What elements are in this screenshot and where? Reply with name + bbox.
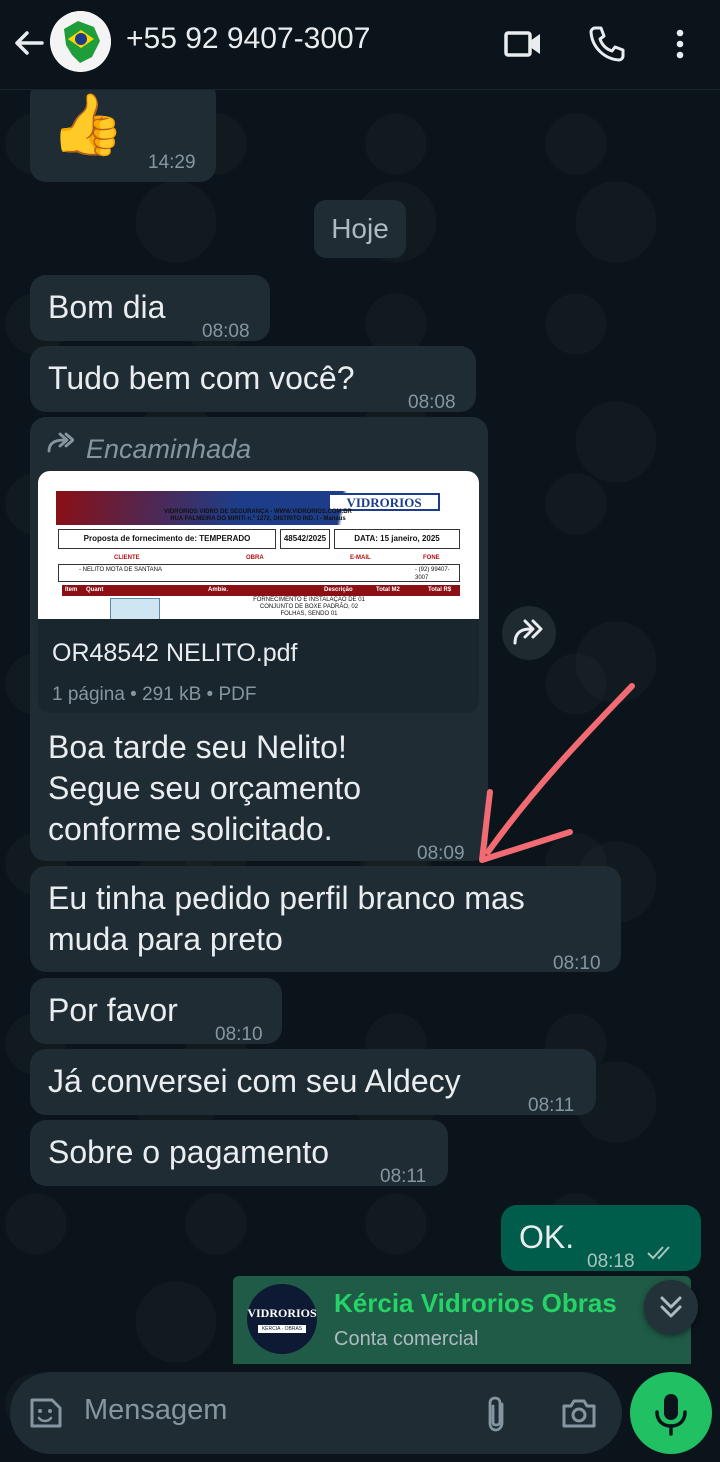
date-chip: Hoje (314, 200, 406, 258)
message-bubble[interactable]: Sobre o pagamento 08:11 (30, 1120, 448, 1187)
company-line-1: VIDRORIOS VIDRO DE SEGURANÇA - WWW.VIDRO… (164, 509, 352, 515)
scroll-down-button[interactable] (644, 1280, 698, 1334)
document-meta: 1 página • 291 kB • PDF (52, 684, 257, 705)
message-bubble[interactable]: Tudo bem com você? 08:08 (30, 346, 476, 413)
business-logo: VIDRORIOS KÉRCIA · OBRAS (247, 1284, 317, 1354)
message-text-line: Eu tinha pedido perfil branco mas (48, 880, 525, 916)
col-email: E-MAIL (350, 555, 371, 561)
voice-message-button[interactable] (630, 1372, 712, 1454)
back-arrow-icon[interactable] (12, 26, 46, 60)
th-item: Item (65, 587, 78, 593)
message-text-line: Boa tarde seu Nelito! (48, 729, 347, 765)
message-time: 08:11 (380, 1166, 427, 1187)
message-text: OK. (519, 1219, 575, 1255)
message-bubble[interactable]: Já conversei com seu Aldecy 08:11 (30, 1049, 596, 1116)
message-input-bar[interactable]: Mensagem (10, 1372, 622, 1454)
th-quant: Quant (86, 587, 104, 593)
th-desc: Descrição (324, 587, 353, 593)
business-account-banner[interactable]: VIDRORIOS KÉRCIA · OBRAS Kércia Vidrorio… (233, 1276, 691, 1364)
microphone-icon (655, 1394, 687, 1436)
th-ambie: Ambie. (208, 587, 229, 593)
message-bubble-document[interactable]: Encaminhada VIDRORIOS VIDRORIOS VIDRO DE… (30, 417, 488, 864)
client-row: - NELITO MOTA DE SANTANA - (92) 99407-30… (58, 564, 460, 582)
message-input[interactable]: Mensagem (84, 1394, 227, 1427)
contact-title[interactable]: +55 92 9407-3007 (126, 22, 370, 56)
document-info[interactable]: OR48542 NELITO.pdf 1 página • 291 kB • P… (38, 619, 479, 713)
emoji-sticker-icon[interactable] (26, 1394, 64, 1432)
more-vert-icon[interactable] (668, 24, 692, 64)
message-text: Sobre o pagamento (48, 1134, 330, 1170)
col-obra: OBRA (246, 555, 264, 561)
contact-avatar[interactable] (50, 11, 111, 72)
th-total-rs: Total R$ (428, 587, 452, 593)
message-bubble[interactable]: Bom dia 08:08 (30, 275, 270, 342)
col-cliente: CLIENTE (114, 555, 140, 561)
document-filename: OR48542 NELITO.pdf (52, 639, 298, 667)
client-name: - NELITO MOTA DE SANTANA (79, 567, 163, 573)
business-logo-sub: KÉRCIA · OBRAS (257, 1324, 307, 1333)
message-bubble-outgoing[interactable]: OK. 08:18 (501, 1205, 701, 1272)
document-preview[interactable]: VIDRORIOS VIDRORIOS VIDRO DE SEGURANÇA -… (38, 471, 479, 619)
item-description: FORNECIMENTO E INSTALAÇÃO DE 01 CONJUNTO… (253, 597, 365, 617)
chat-area[interactable]: 👍 14:29 Hoje Bom dia 08:08 Tudo bem com … (0, 80, 720, 1462)
client-phone: - (92) 99407-3007 (415, 567, 450, 581)
video-call-icon[interactable] (503, 24, 543, 64)
message-text: Tudo bem com você? (48, 360, 355, 396)
items-header: Item Quant Ambie. Descrição Total M2 Tot… (62, 585, 460, 596)
message-time: 14:29 (148, 152, 196, 173)
read-receipt-icon (647, 1245, 677, 1261)
proposal-date: DATA: 15 janeiro, 2025 (334, 529, 460, 549)
business-logo-text: VIDRORIOS (247, 1305, 317, 1320)
message-text-line: conforme solicitado. (48, 811, 333, 847)
col-fone: FONE (423, 555, 440, 561)
message-text-line: Segue seu orçamento (48, 770, 362, 806)
th-total-m2: Total M2 (376, 587, 400, 593)
client-header-row: CLIENTE OBRA E-MAIL FONE (58, 552, 460, 564)
message-text: Já conversei com seu Aldecy (48, 1063, 461, 1099)
proposal-type: Proposta de fornecimento de: TEMPERADO (58, 529, 276, 549)
company-line-2: RUA PALMEIRA DO MIRITI n.º 1272, DISTRIT… (170, 516, 346, 522)
message-time: 08:11 (528, 1095, 575, 1116)
business-name: Kércia Vidrorios Obras (334, 1288, 617, 1318)
thumbs-up-emoji: 👍 (50, 91, 125, 158)
forwarded-icon (46, 431, 74, 455)
message-bubble[interactable]: Eu tinha pedido perfil branco mas muda p… (30, 866, 621, 974)
annotation-arrow (479, 683, 635, 863)
phone-icon[interactable] (587, 24, 627, 64)
attach-icon[interactable] (482, 1394, 512, 1434)
forwarded-label: Encaminhada (86, 434, 252, 464)
message-bubble[interactable]: 👍 14:29 (30, 80, 216, 182)
glass-drawing (110, 598, 160, 619)
forward-button[interactable] (502, 606, 556, 660)
message-bubble[interactable]: Por favor 08:10 (30, 978, 282, 1045)
business-subtitle: Conta comercial (334, 1328, 479, 1350)
message-time: 08:10 (553, 953, 601, 974)
message-text-line: muda para preto (48, 921, 283, 957)
message-text: Bom dia (48, 289, 166, 325)
proposal-number: 48542/2025 (280, 529, 330, 549)
message-text: Por favor (48, 992, 178, 1028)
camera-icon[interactable] (560, 1394, 598, 1432)
chat-header: +55 92 9407-3007 (0, 0, 720, 90)
